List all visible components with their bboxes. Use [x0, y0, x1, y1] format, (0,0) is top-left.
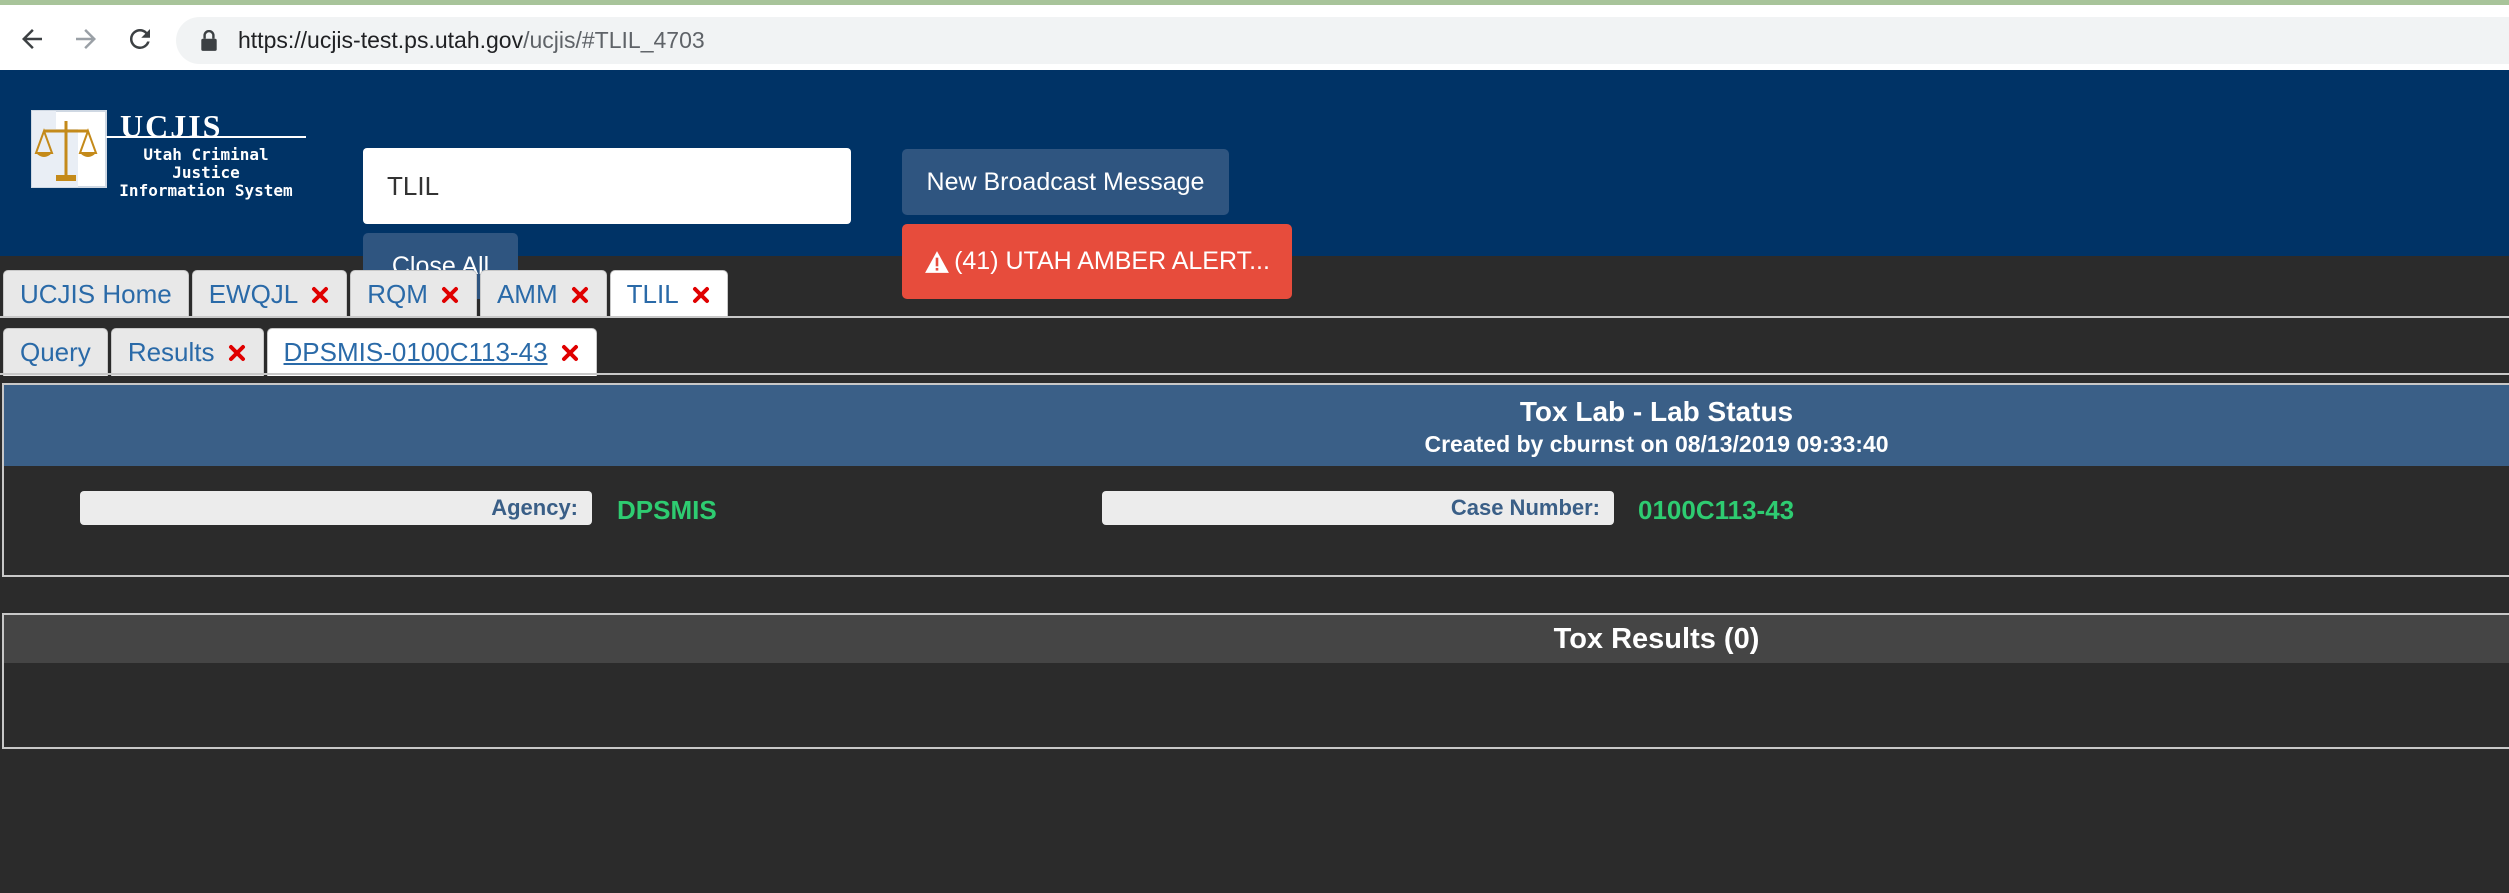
transaction-search-input[interactable]	[363, 148, 851, 224]
close-icon[interactable]	[691, 285, 711, 305]
lock-icon	[201, 29, 217, 51]
tab-ucjis-home[interactable]: UCJIS Home	[3, 270, 189, 318]
arrow-right-icon	[76, 29, 96, 49]
tab-tlil[interactable]: TLIL	[609, 270, 728, 318]
logo-title: UCJIS	[120, 108, 223, 144]
browser-toolbar: https://ucjis-test.ps.utah.gov/ucjis/#TL…	[0, 0, 2509, 70]
amber-alert-label: (41) UTAH AMBER ALERT...	[954, 247, 1270, 275]
tox-results-header: Tox Results (0)	[4, 615, 2509, 663]
tox-results-panel: Tox Results (0)	[2, 613, 2509, 749]
agency-label: Agency:	[80, 491, 592, 525]
logo-subtitle-line-1: Utah Criminal Justice	[143, 145, 269, 182]
logo-divider	[106, 136, 306, 138]
url-host: https://ucjis-test.ps.utah.gov	[238, 27, 524, 53]
lab-status-header: Tox Lab - Lab Status Created by cburnst …	[4, 385, 2509, 466]
app-header: UCJIS Utah Criminal Justice Information …	[0, 70, 2509, 299]
warning-icon	[925, 250, 949, 273]
main-tab-bar: UCJIS Home EWQJL RQM AMM TLIL	[0, 266, 728, 318]
scales-of-justice-icon	[31, 110, 107, 188]
url-text: https://ucjis-test.ps.utah.gov/ucjis/#TL…	[238, 27, 705, 54]
tab-label: RQM	[367, 279, 428, 309]
address-bar[interactable]: https://ucjis-test.ps.utah.gov/ucjis/#TL…	[176, 17, 2509, 64]
tab-label: TLIL	[626, 279, 679, 309]
reload-button[interactable]	[120, 19, 160, 59]
tab-ewqjl[interactable]: EWQJL	[191, 270, 348, 318]
logo-subtitle-line-2: Information System	[119, 181, 293, 200]
panel-title: Tox Lab - Lab Status	[1519, 396, 1794, 427]
main-tab-divider	[0, 316, 2509, 318]
close-icon[interactable]	[310, 285, 330, 305]
logo-subtitle: Utah Criminal Justice Information System	[106, 146, 306, 200]
tab-label: EWQJL	[208, 279, 299, 309]
amber-alert-button[interactable]: (41) UTAH AMBER ALERT...	[902, 224, 1292, 299]
tab-label: Results	[127, 337, 215, 367]
url-path: /ucjis/#TLIL_4703	[523, 27, 705, 53]
tab-amm[interactable]: AMM	[479, 270, 607, 318]
new-broadcast-message-button[interactable]: New Broadcast Message	[902, 149, 1229, 215]
tab-rqm[interactable]: RQM	[350, 270, 477, 318]
close-icon[interactable]	[440, 285, 460, 305]
tab-query[interactable]: Query	[3, 328, 108, 376]
case-number-value: 0100C113-43	[1638, 495, 1795, 525]
lab-status-panel: Tox Lab - Lab Status Created by cburnst …	[2, 383, 2509, 577]
panel-subtitle: Created by cburnst on 08/13/2019 09:33:4…	[1424, 431, 1889, 457]
close-icon[interactable]	[570, 285, 590, 305]
tab-results[interactable]: Results	[110, 328, 264, 376]
tab-label: DPSMIS-0100C113-43	[283, 337, 548, 367]
sub-tab-divider	[0, 373, 2509, 375]
arrow-left-icon	[22, 29, 42, 49]
agency-value: DPSMIS	[617, 495, 717, 525]
case-number-label: Case Number:	[1102, 491, 1614, 525]
tab-label: AMM	[496, 279, 558, 309]
close-icon[interactable]	[560, 343, 580, 363]
tab-label: UCJIS Home	[20, 279, 172, 309]
tab-label: Query	[20, 337, 91, 367]
reload-icon	[129, 28, 150, 49]
close-icon[interactable]	[227, 343, 247, 363]
back-button[interactable]	[12, 19, 52, 59]
sub-tab-bar: Query Results DPSMIS-0100C113-43	[0, 324, 597, 376]
forward-button[interactable]	[66, 19, 106, 59]
tab-record-dpsmis[interactable]: DPSMIS-0100C113-43	[266, 328, 597, 376]
